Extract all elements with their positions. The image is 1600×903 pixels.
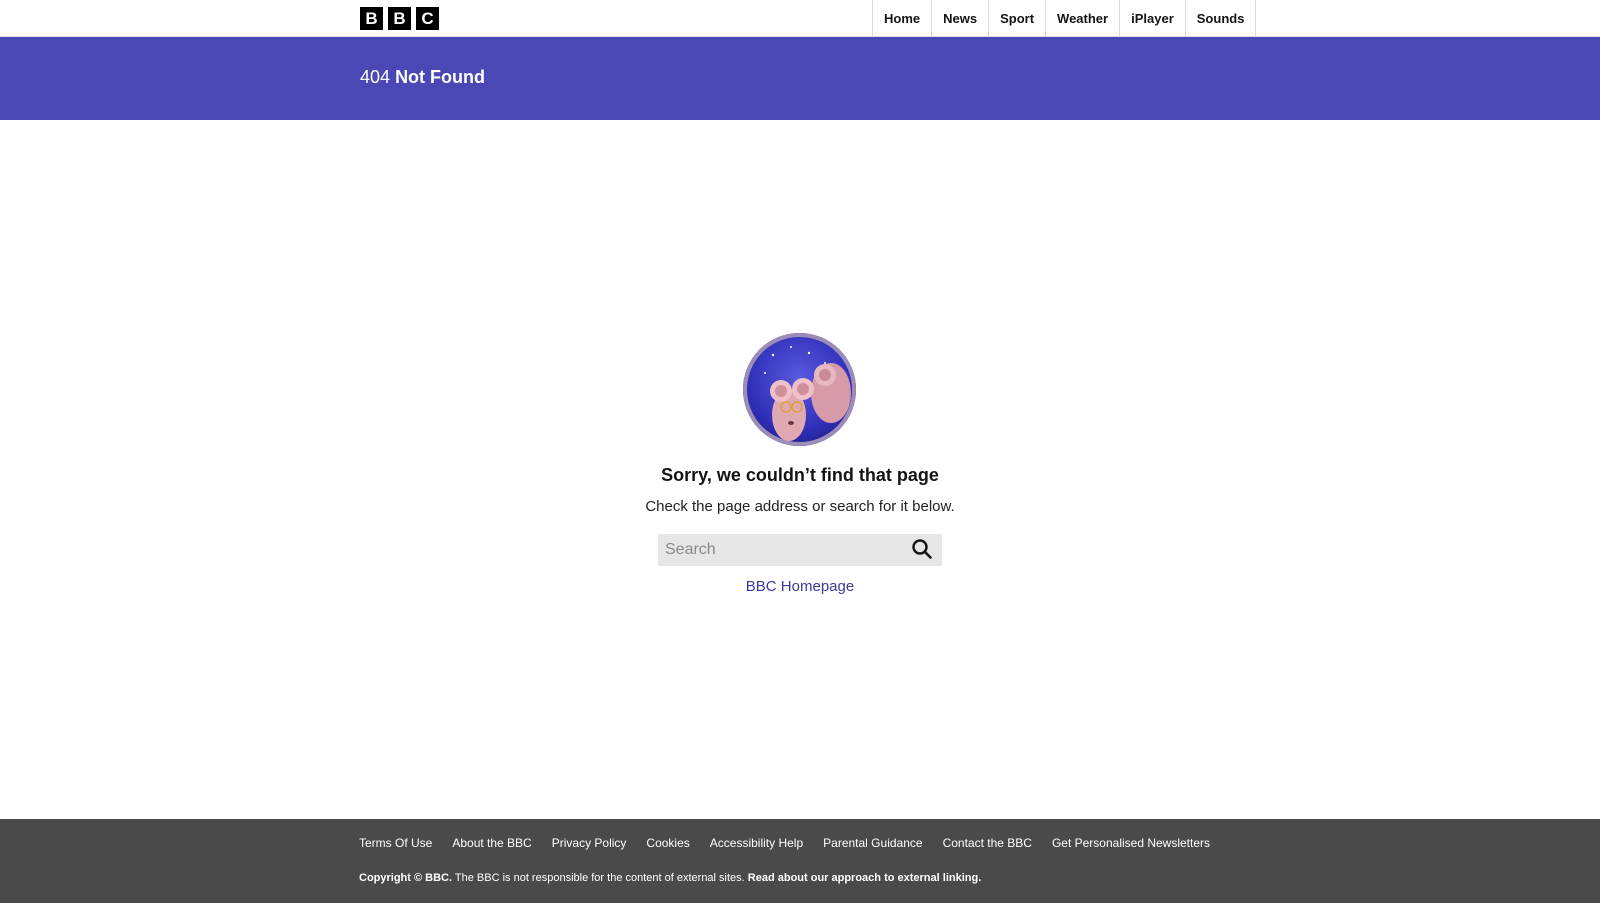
logo-letter-b1: B [360, 7, 383, 30]
footer-link-newsletters[interactable]: Get Personalised Newsletters [1052, 836, 1210, 850]
bbc-homepage-link[interactable]: BBC Homepage [746, 578, 854, 595]
footer-link-about[interactable]: About the BBC [452, 836, 531, 850]
copyright-text: The BBC is not responsible for the conte… [452, 872, 748, 884]
mice-illustration [743, 333, 856, 446]
error-code: 404 [360, 67, 391, 87]
footer-link-terms[interactable]: Terms Of Use [359, 836, 432, 850]
error-title: Not Found [395, 67, 486, 87]
search-button[interactable] [906, 534, 938, 566]
copyright: Copyright © BBC. The BBC is not responsi… [359, 872, 981, 884]
nav-item-weather[interactable]: Weather [1046, 0, 1121, 36]
external-linking-link[interactable]: Read about our approach to external link… [748, 872, 981, 884]
nav-item-sport[interactable]: Sport [989, 0, 1047, 36]
page-title: 404 Not Found [360, 66, 485, 88]
footer-link-accessibility[interactable]: Accessibility Help [710, 836, 803, 850]
footer-links: Terms Of Use About the BBC Privacy Polic… [359, 836, 1210, 850]
search-input[interactable] [658, 534, 906, 566]
error-heading: Sorry, we couldn’t find that page [661, 465, 939, 485]
error-subtext: Check the page address or search for it … [645, 498, 955, 515]
error-banner: 404 Not Found [0, 37, 1600, 120]
search-icon [912, 538, 932, 559]
homepage-link-wrap: BBC Homepage [0, 578, 1600, 595]
logo-letter-c: C [416, 7, 439, 30]
page: B B C Home News Sport Weather iPlayer So… [0, 0, 1600, 903]
search-form [658, 534, 942, 566]
top-bar: B B C Home News Sport Weather iPlayer So… [0, 0, 1600, 37]
footer-link-parental[interactable]: Parental Guidance [823, 836, 922, 850]
bbc-logo[interactable]: B B C [360, 7, 439, 30]
footer: Terms Of Use About the BBC Privacy Polic… [0, 819, 1600, 903]
footer-link-cookies[interactable]: Cookies [646, 836, 689, 850]
nav-item-sounds[interactable]: Sounds [1186, 0, 1257, 36]
footer-link-privacy[interactable]: Privacy Policy [552, 836, 627, 850]
footer-link-contact[interactable]: Contact the BBC [943, 836, 1032, 850]
copyright-label: Copyright © BBC. [359, 872, 453, 884]
nav-item-news[interactable]: News [932, 0, 990, 36]
nav-item-home[interactable]: Home [873, 0, 933, 36]
logo-letter-b2: B [388, 7, 411, 30]
main-nav: Home News Sport Weather iPlayer Sounds [872, 0, 1257, 36]
mice-illustration-svg [743, 333, 856, 446]
nav-item-iplayer[interactable]: iPlayer [1120, 0, 1186, 36]
